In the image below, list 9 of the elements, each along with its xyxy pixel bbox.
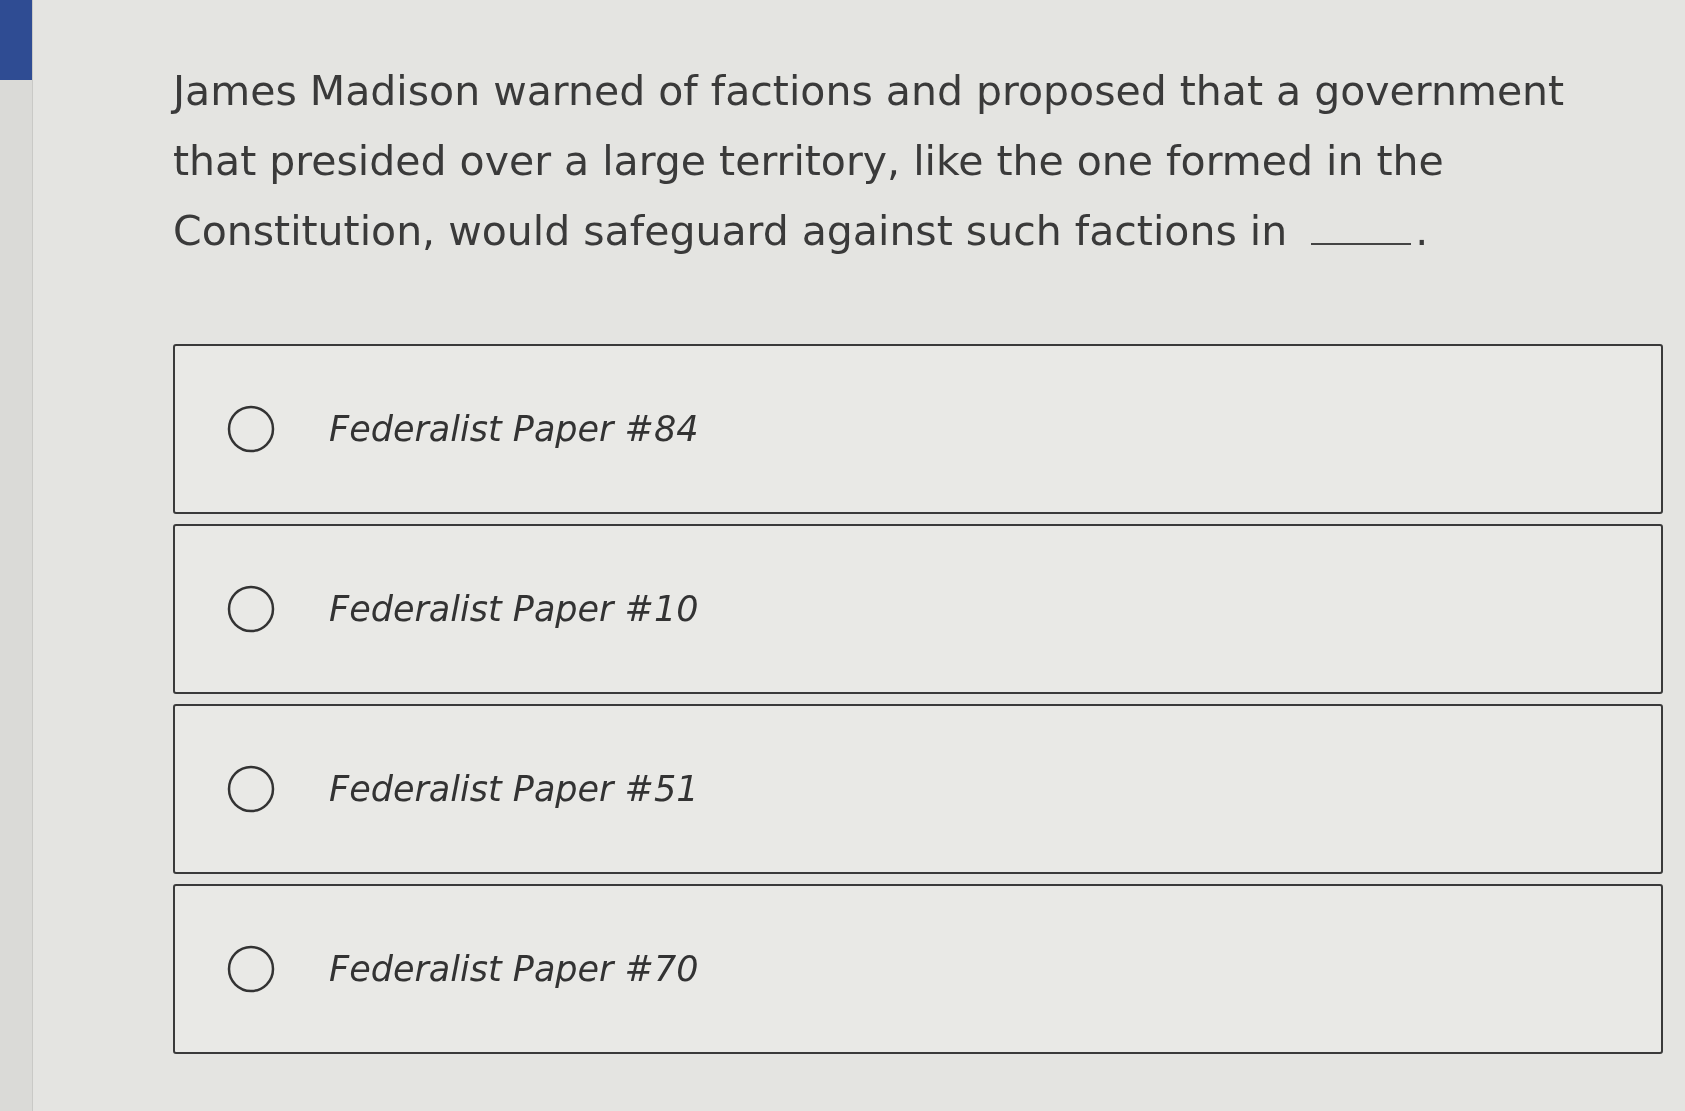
answer-option[interactable]: Federalist Paper #10 bbox=[173, 524, 1663, 694]
radio-button-icon[interactable] bbox=[227, 945, 275, 993]
radio-button-icon[interactable] bbox=[227, 405, 275, 453]
answer-option[interactable]: Federalist Paper #70 bbox=[173, 884, 1663, 1054]
answer-option[interactable]: Federalist Paper #84 bbox=[173, 344, 1663, 514]
question-text: James Madison warned of factions and proposed that a government that presided over a large territory, like the one formed in the Constitution, would safeguard against such factions in . bbox=[173, 66, 1566, 257]
radio-button-icon[interactable] bbox=[227, 585, 275, 633]
answer-option[interactable]: Federalist Paper #51 bbox=[173, 704, 1663, 874]
radio-button-icon[interactable] bbox=[227, 765, 275, 813]
